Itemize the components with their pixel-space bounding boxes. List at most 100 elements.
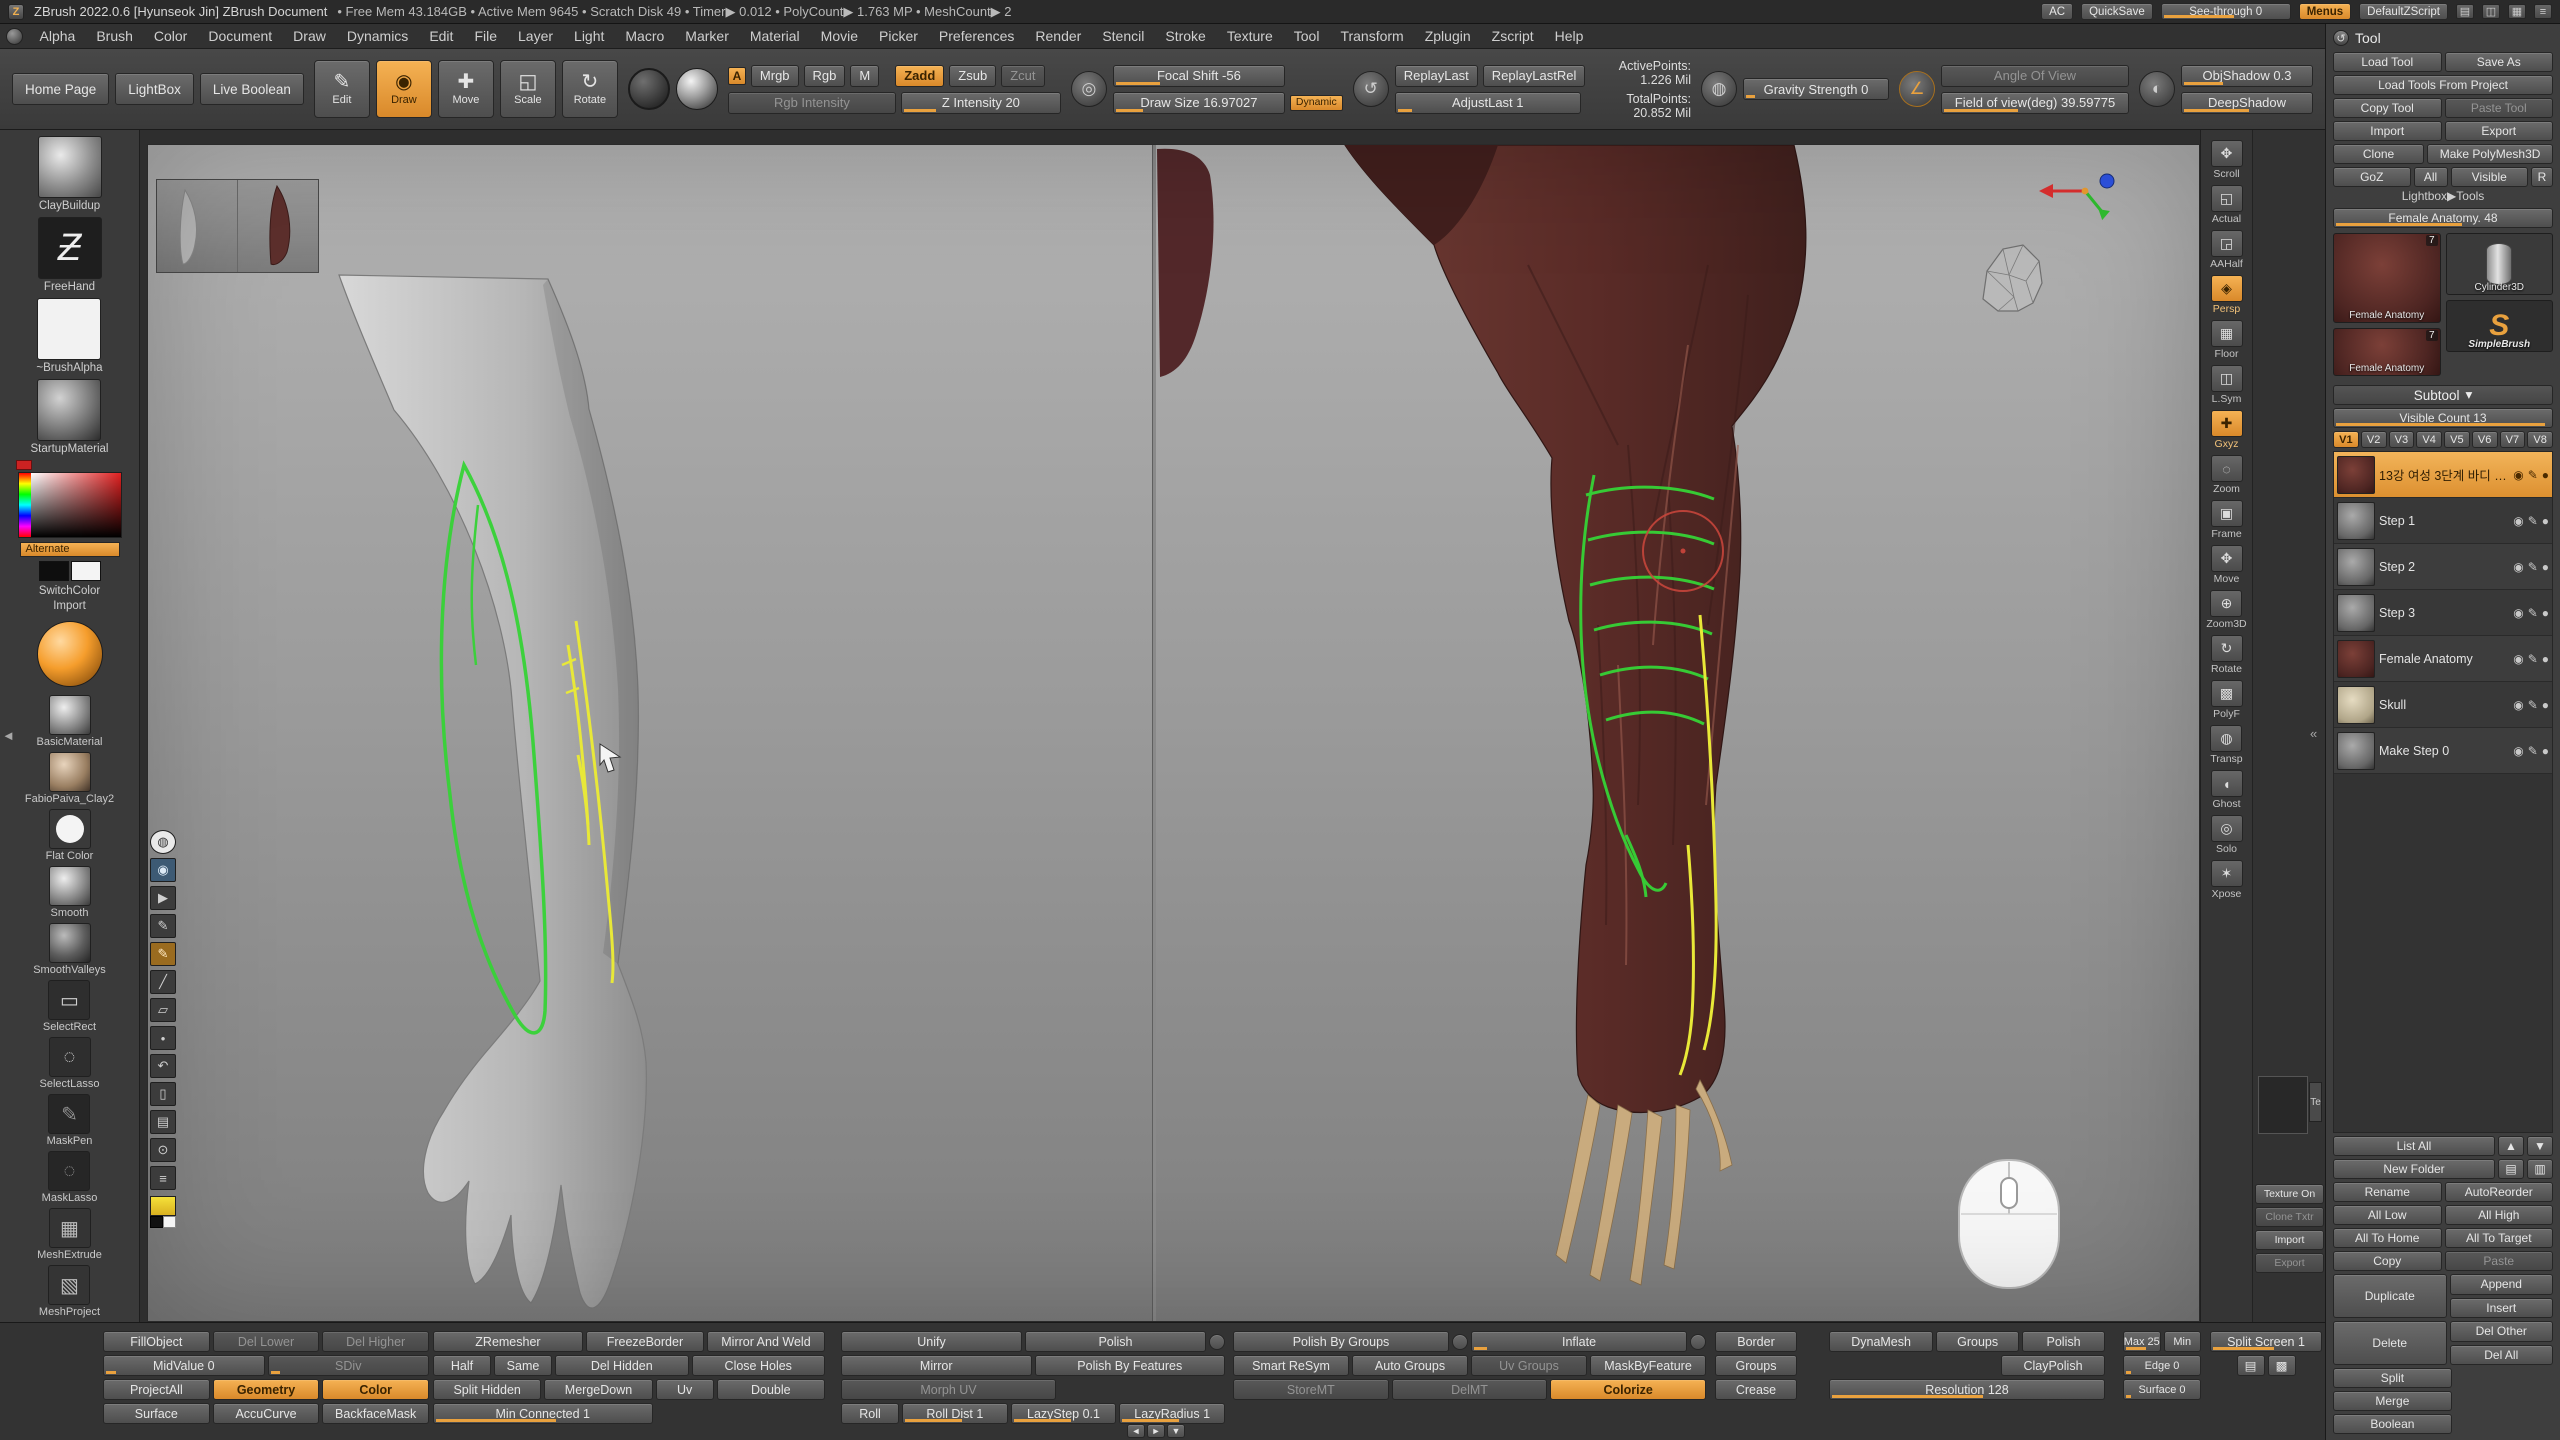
floor-button[interactable]: ▦ Floor bbox=[2211, 320, 2243, 360]
move-down-button[interactable]: ▼ bbox=[2527, 1136, 2553, 1156]
goz-visible-button[interactable]: Visible bbox=[2451, 167, 2529, 187]
dynamic-toggle[interactable]: Dynamic bbox=[1290, 95, 1343, 111]
brush-slot-claybuildup[interactable]: ClayBuildup bbox=[38, 136, 102, 212]
material-smoothvalleys[interactable]: SmoothValleys bbox=[33, 923, 106, 976]
del-other-button[interactable]: Del Other bbox=[2450, 1321, 2554, 1342]
copy-subtool-button[interactable]: Copy bbox=[2333, 1251, 2442, 1271]
display-icon[interactable]: ▤ bbox=[2456, 4, 2474, 19]
solo-button[interactable]: ◎ Solo bbox=[2211, 815, 2243, 855]
quicksave-button[interactable]: QuickSave bbox=[2081, 3, 2153, 20]
light-icon[interactable]: ◍ bbox=[150, 830, 176, 854]
black-swatch[interactable] bbox=[150, 1216, 163, 1228]
bottom-button[interactable]: Polish By Groups bbox=[1233, 1331, 1449, 1352]
adjust-last-slider[interactable]: AdjustLast 1 bbox=[1395, 92, 1581, 114]
split-screen-slider[interactable]: Split Screen 1 bbox=[2210, 1331, 2322, 1352]
field-of-view-slider[interactable]: Field of view(deg) 39.59775 bbox=[1941, 92, 2129, 114]
texture-tab[interactable]: Te bbox=[2309, 1082, 2322, 1122]
eye-icon[interactable]: ◉ bbox=[2513, 652, 2523, 666]
yellow-swatch[interactable] bbox=[150, 1196, 176, 1216]
subtool-section-header[interactable]: Subtool ▾ bbox=[2333, 385, 2553, 405]
brush-icon[interactable]: ✎ bbox=[2528, 514, 2538, 528]
ac-button[interactable]: AC bbox=[2041, 3, 2073, 20]
draw-size-slider[interactable]: Draw Size 16.97027 bbox=[1113, 92, 1285, 114]
transparency-button[interactable]: ◍ Transp bbox=[2210, 725, 2242, 765]
bottom-button[interactable]: Polish bbox=[2022, 1331, 2105, 1352]
gravity-strength-slider[interactable]: Gravity Strength 0 bbox=[1743, 78, 1889, 100]
lightbox-button[interactable]: LightBox bbox=[115, 73, 194, 105]
dot-icon[interactable]: • bbox=[150, 1026, 176, 1050]
rename-button[interactable]: Rename bbox=[2333, 1182, 2442, 1202]
subtool-tab-v3[interactable]: V3 bbox=[2389, 431, 2415, 448]
duplicate-button[interactable]: Duplicate bbox=[2333, 1274, 2447, 1318]
brush-icon[interactable]: ✎ bbox=[2528, 560, 2538, 574]
menu-item[interactable]: Stroke bbox=[1155, 24, 1216, 49]
save-as-button[interactable]: Save As bbox=[2445, 52, 2554, 72]
alpha-slot-brushalpha[interactable]: ~BrushAlpha bbox=[36, 298, 102, 374]
subtool-tab-v4[interactable]: V4 bbox=[2416, 431, 2442, 448]
copy-tool-button[interactable]: Copy Tool bbox=[2333, 98, 2442, 118]
bottom-button[interactable]: StoreMT bbox=[1233, 1379, 1389, 1400]
material-fabiopaiva-clay2[interactable]: FabioPaiva_Clay2 bbox=[25, 752, 114, 805]
viewport-canvas[interactable] bbox=[148, 145, 2200, 1322]
bottom-button[interactable]: MaskByFeature bbox=[1590, 1355, 1706, 1376]
del-all-button[interactable]: Del All bbox=[2450, 1345, 2554, 1366]
actual-button[interactable]: ◱ Actual bbox=[2211, 185, 2243, 225]
eye-icon[interactable]: ◉ bbox=[2513, 698, 2523, 712]
menu-item[interactable]: File bbox=[464, 24, 508, 49]
subtool-tab-v2[interactable]: V2 bbox=[2361, 431, 2387, 448]
brush-icon[interactable]: ✎ bbox=[2528, 652, 2538, 666]
tool-meshextrude[interactable]: ▦ MeshExtrude bbox=[37, 1208, 102, 1261]
merge-button[interactable]: Merge bbox=[2333, 1391, 2452, 1411]
current-color-sphere[interactable] bbox=[37, 621, 103, 687]
new-folder-button[interactable]: New Folder bbox=[2333, 1159, 2495, 1179]
bottom-slider[interactable]: SDiv bbox=[268, 1355, 430, 1376]
dot-icon[interactable]: ● bbox=[2542, 698, 2549, 712]
menu-item[interactable]: Light bbox=[564, 24, 615, 49]
lightbox-tools-label[interactable]: Lightbox▶Tools bbox=[2333, 187, 2553, 205]
bottom-button[interactable]: DelMT bbox=[1392, 1379, 1548, 1400]
all-to-home-button[interactable]: All To Home bbox=[2333, 1228, 2442, 1248]
zoom3d-button[interactable]: ⊕ Zoom3D bbox=[2206, 590, 2246, 630]
material-smooth[interactable]: Smooth bbox=[49, 866, 91, 919]
grid-icon[interactable]: ▦ bbox=[2508, 4, 2526, 19]
menu-item[interactable]: Macro bbox=[615, 24, 675, 49]
subtool-row[interactable]: Skull ◉ ✎ ● bbox=[2334, 682, 2552, 728]
subtool-row[interactable]: Step 1 ◉ ✎ ● bbox=[2334, 498, 2552, 544]
bottom-button[interactable]: Unify bbox=[841, 1331, 1022, 1352]
bottom-button[interactable]: Smart ReSym bbox=[1233, 1355, 1349, 1376]
goz-r-button[interactable]: R bbox=[2531, 167, 2553, 187]
bottom-button[interactable]: Del Lower bbox=[213, 1331, 320, 1352]
alternate-button[interactable]: Alternate bbox=[20, 542, 120, 558]
visible-count-slider[interactable]: Visible Count 13 bbox=[2333, 408, 2553, 428]
rotate-3d-button[interactable]: ↻ Rotate bbox=[2211, 635, 2243, 675]
menu-item[interactable]: Movie bbox=[810, 24, 868, 49]
bottom-button[interactable]: Min bbox=[2164, 1331, 2202, 1352]
folder-collapse-icon[interactable]: ▤ bbox=[2498, 1159, 2524, 1179]
bottom-button[interactable]: Same bbox=[494, 1355, 552, 1376]
see-through-slider[interactable]: See-through 0 bbox=[2161, 3, 2291, 20]
zsub-button[interactable]: Zsub bbox=[949, 65, 996, 87]
persp-button[interactable]: ◈ Persp bbox=[2211, 275, 2243, 315]
pen-icon[interactable]: ✎ bbox=[150, 914, 176, 938]
make-polymesh3d-button[interactable]: Make PolyMesh3D bbox=[2427, 144, 2553, 164]
dock-mesh-icon[interactable]: ▩ bbox=[2268, 1355, 2296, 1376]
bottom-button[interactable]: DynaMesh bbox=[1829, 1331, 1933, 1352]
bottom-slider[interactable]: Resolution 128 bbox=[1829, 1379, 2105, 1400]
bottom-button[interactable]: Color bbox=[322, 1379, 429, 1400]
current-material-icon[interactable] bbox=[676, 68, 718, 110]
polygonal-head-icon[interactable] bbox=[1965, 233, 2051, 324]
cursor-icon[interactable]: ▶ bbox=[150, 886, 176, 910]
focal-shift-slider[interactable]: Focal Shift -56 bbox=[1113, 65, 1285, 87]
menu-item[interactable]: Preferences bbox=[928, 24, 1024, 49]
bottom-slider[interactable]: Roll bbox=[841, 1403, 899, 1424]
bottom-button[interactable]: Mirror bbox=[841, 1355, 1032, 1376]
bottom-slider[interactable]: LazyStep 0.1 bbox=[1011, 1403, 1117, 1424]
dot-icon[interactable]: ● bbox=[2542, 560, 2549, 574]
gxyz-button[interactable]: ✚ Gxyz bbox=[2211, 410, 2243, 450]
live-boolean-button[interactable]: Live Boolean bbox=[200, 73, 304, 105]
menu-item[interactable]: Dynamics bbox=[336, 24, 418, 49]
dot-icon[interactable]: ● bbox=[2542, 514, 2549, 528]
all-low-button[interactable]: All Low bbox=[2333, 1205, 2442, 1225]
menu-item[interactable]: Layer bbox=[508, 24, 564, 49]
bottom-button[interactable]: Groups bbox=[1936, 1331, 2019, 1352]
